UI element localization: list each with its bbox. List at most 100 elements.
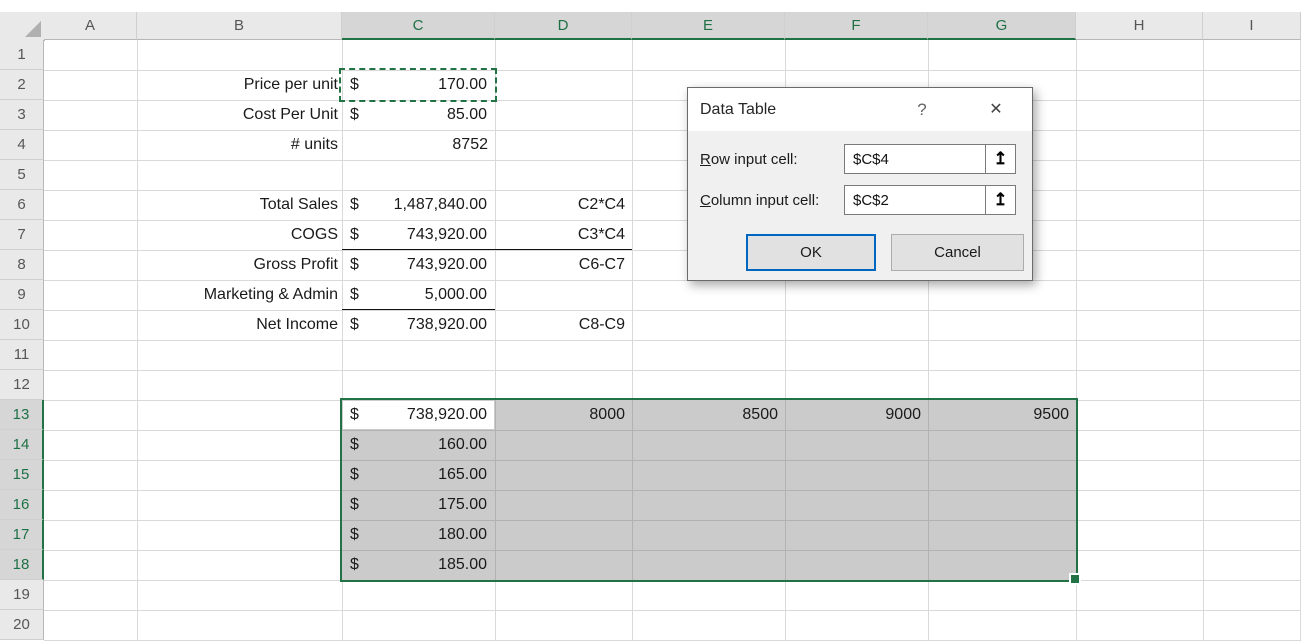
range-selector-icon[interactable]: ↥	[985, 144, 1016, 174]
row-header-17[interactable]: 17	[0, 520, 44, 550]
cell-B7[interactable]: COGS	[137, 220, 342, 250]
currency-symbol: $	[350, 520, 359, 550]
column-input-cell-label: Column input cell:	[700, 185, 819, 215]
cell-C7[interactable]: $743,920.00	[342, 220, 495, 250]
column-header-I[interactable]: I	[1203, 12, 1301, 40]
column-header-G[interactable]: G	[928, 12, 1076, 40]
data-table-dialog: Data Table ? ✕ Row input cell: ↥ Column …	[687, 87, 1033, 281]
gridline	[44, 610, 1301, 611]
row-header-20[interactable]: 20	[0, 610, 44, 640]
column-input-cell-field[interactable]	[844, 185, 986, 215]
excel-worksheet: ABCDEFGHI1234567891011121314151617181920…	[0, 0, 1301, 643]
dialog-titlebar[interactable]: Data Table ? ✕	[688, 88, 1032, 131]
cell-C8[interactable]: $743,920.00	[342, 250, 495, 280]
cell-value: 180.00	[438, 520, 487, 550]
row-header-4[interactable]: 4	[0, 130, 44, 160]
cell-value: 743,920.00	[407, 250, 487, 280]
row-header-6[interactable]: 6	[0, 190, 44, 220]
select-all-triangle-icon	[25, 21, 41, 37]
row-header-12[interactable]: 12	[0, 370, 44, 400]
column-header-A[interactable]: A	[44, 12, 137, 40]
row-header-11[interactable]: 11	[0, 340, 44, 370]
close-icon[interactable]: ✕	[982, 88, 1010, 131]
cell-C17[interactable]: $180.00	[342, 520, 495, 550]
cell-value: 743,920.00	[407, 220, 487, 250]
currency-symbol: $	[350, 460, 359, 490]
row-header-2[interactable]: 2	[0, 70, 44, 100]
column-label-accelerator: C	[700, 192, 711, 209]
cell-C3[interactable]: $85.00	[342, 100, 495, 130]
cell-B6[interactable]: Total Sales	[137, 190, 342, 220]
column-header-D[interactable]: D	[495, 12, 632, 40]
currency-symbol: $	[350, 280, 359, 310]
gridline	[44, 340, 1301, 341]
cell-C18[interactable]: $185.00	[342, 550, 495, 580]
row-header-7[interactable]: 7	[0, 220, 44, 250]
cell-C10[interactable]: $738,920.00	[342, 310, 495, 340]
cell-value: 165.00	[438, 460, 487, 490]
column-header-B[interactable]: B	[137, 12, 342, 40]
select-all-corner[interactable]	[0, 12, 45, 41]
cell-G13[interactable]: 9500	[928, 400, 1076, 430]
row-header-16[interactable]: 16	[0, 490, 44, 520]
currency-symbol: $	[350, 190, 359, 220]
row-header-1[interactable]: 1	[0, 40, 44, 70]
cell-D10[interactable]: C8-C9	[495, 310, 632, 340]
row-input-cell-field[interactable]	[844, 144, 986, 174]
cell-D7[interactable]: C3*C4	[495, 220, 632, 250]
row-header-10[interactable]: 10	[0, 310, 44, 340]
currency-symbol: $	[350, 100, 359, 130]
cell-C16[interactable]: $175.00	[342, 490, 495, 520]
cell-value: 5,000.00	[425, 280, 487, 310]
gridline	[44, 640, 1301, 641]
cell-E13[interactable]: 8500	[632, 400, 785, 430]
cell-B3[interactable]: Cost Per Unit	[137, 100, 342, 130]
cell-C6[interactable]: $1,487,840.00	[342, 190, 495, 220]
gridline	[44, 580, 1301, 581]
row-label-accelerator: R	[700, 151, 711, 168]
row-input-cell-label: Row input cell:	[700, 144, 798, 174]
currency-symbol: $	[350, 430, 359, 460]
cell-F13[interactable]: 9000	[785, 400, 928, 430]
row-header-9[interactable]: 9	[0, 280, 44, 310]
cancel-button[interactable]: Cancel	[891, 234, 1024, 271]
currency-symbol: $	[350, 400, 359, 430]
column-header-F[interactable]: F	[785, 12, 928, 40]
help-icon[interactable]: ?	[910, 88, 934, 131]
cell-B9[interactable]: Marketing & Admin	[137, 280, 342, 310]
fill-handle[interactable]	[1071, 575, 1079, 583]
row-header-3[interactable]: 3	[0, 100, 44, 130]
dialog-title: Data Table	[700, 88, 776, 131]
cell-value: 85.00	[447, 100, 487, 130]
cell-D6[interactable]: C2*C4	[495, 190, 632, 220]
cell-B8[interactable]: Gross Profit	[137, 250, 342, 280]
cell-C14[interactable]: $160.00	[342, 430, 495, 460]
cell-C13[interactable]: $738,920.00	[342, 400, 495, 430]
cell-C9[interactable]: $5,000.00	[342, 280, 495, 310]
row-header-19[interactable]: 19	[0, 580, 44, 610]
cell-C15[interactable]: $165.00	[342, 460, 495, 490]
row-header-13[interactable]: 13	[0, 400, 44, 430]
column-header-H[interactable]: H	[1076, 12, 1203, 40]
cell-D8[interactable]: C6-C7	[495, 250, 632, 280]
row-header-18[interactable]: 18	[0, 550, 44, 580]
cell-value: 175.00	[438, 490, 487, 520]
row-label-text: ow input cell:	[711, 151, 798, 168]
column-header-E[interactable]: E	[632, 12, 785, 40]
cell-B2[interactable]: Price per unit	[137, 70, 342, 100]
cell-B10[interactable]: Net Income	[137, 310, 342, 340]
range-selector-icon[interactable]: ↥	[985, 185, 1016, 215]
gridline	[44, 160, 1301, 161]
row-header-15[interactable]: 15	[0, 460, 44, 490]
cell-B4[interactable]: # units	[137, 130, 342, 160]
cell-value: 738,920.00	[407, 310, 487, 340]
row-header-14[interactable]: 14	[0, 430, 44, 460]
cell-C4[interactable]: 8752	[342, 130, 495, 160]
ok-button[interactable]: OK	[746, 234, 876, 271]
currency-symbol: $	[350, 490, 359, 520]
column-header-C[interactable]: C	[342, 12, 495, 40]
cell-value: 185.00	[438, 550, 487, 580]
row-header-8[interactable]: 8	[0, 250, 44, 280]
row-header-5[interactable]: 5	[0, 160, 44, 190]
cell-D13[interactable]: 8000	[495, 400, 632, 430]
